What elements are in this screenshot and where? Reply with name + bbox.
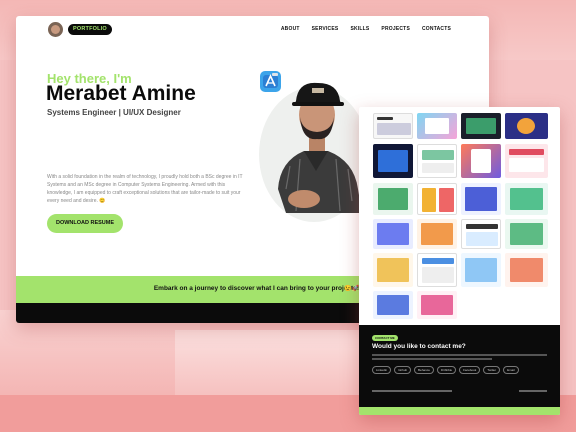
project-thumbnail[interactable] <box>417 219 457 249</box>
copyright-bar <box>359 407 560 415</box>
top-nav: PORTFOLIO ABOUT SERVICES SKILLS PROJECTS… <box>16 16 489 44</box>
hero-role: Systems Engineer | UI/UX Designer <box>47 108 181 117</box>
project-thumbnail[interactable] <box>373 113 413 139</box>
project-thumbnail[interactable] <box>505 219 548 249</box>
facebook-link[interactable]: Facebook <box>459 366 481 374</box>
project-thumbnail[interactable] <box>373 253 413 287</box>
brand-logo[interactable]: PORTFOLIO <box>68 24 112 35</box>
avatar[interactable] <box>48 22 63 37</box>
contact-text-line <box>372 358 492 360</box>
hero-name: Merabet Amine <box>46 82 196 105</box>
project-thumbnail[interactable] <box>505 113 548 139</box>
project-thumbnail[interactable] <box>505 144 548 178</box>
project-thumbnail[interactable] <box>417 183 457 215</box>
contact-section: CONTACT ME Would you like to contact me?… <box>359 325 560 407</box>
contact-title: Would you like to contact me? <box>372 343 466 350</box>
linkedin-link[interactable]: Linkedin <box>372 366 392 374</box>
phone-line <box>519 390 547 392</box>
project-thumbnail[interactable] <box>461 144 501 178</box>
hero-bio: With a solid foundation in the realm of … <box>47 174 243 204</box>
project-thumbnail[interactable] <box>505 183 548 215</box>
project-thumbnail[interactable] <box>373 144 413 178</box>
project-thumbnail[interactable] <box>461 113 501 139</box>
twitter-link[interactable]: Twitter <box>483 366 501 374</box>
nav-menu: ABOUT SERVICES SKILLS PROJECTS CONTACTS <box>281 26 451 32</box>
email-link[interactable]: Email <box>503 366 519 374</box>
project-gallery <box>373 113 548 321</box>
project-thumbnail[interactable] <box>373 183 413 215</box>
nav-link-contacts[interactable]: CONTACTS <box>422 26 451 32</box>
xcode-icon <box>260 71 281 92</box>
nav-link-about[interactable]: ABOUT <box>281 26 300 32</box>
banner-text: Embark on a journey to discover what I c… <box>153 285 359 292</box>
nav-link-services[interactable]: SERVICES <box>312 26 339 32</box>
project-thumbnail[interactable] <box>373 219 413 249</box>
nav-link-projects[interactable]: PROJECTS <box>381 26 410 32</box>
project-thumbnail[interactable] <box>461 183 501 215</box>
social-links: Linkedin Github Behance Dribbble Faceboo… <box>372 366 552 374</box>
behance-link[interactable]: Behance <box>414 366 434 374</box>
project-thumbnail[interactable] <box>461 219 501 249</box>
nav-link-skills[interactable]: SKILLS <box>350 26 369 32</box>
project-thumbnail[interactable] <box>417 253 457 287</box>
project-thumbnail[interactable] <box>373 291 413 319</box>
projects-page-preview: CONTACT ME Would you like to contact me?… <box>359 107 560 415</box>
banner-emoji: 😉🚀 <box>344 286 359 292</box>
address-line <box>372 390 452 392</box>
project-thumbnail[interactable] <box>461 253 501 287</box>
project-thumbnail[interactable] <box>417 291 457 319</box>
contact-text-line <box>372 354 547 356</box>
contact-badge: CONTACT ME <box>372 335 398 341</box>
project-thumbnail[interactable] <box>417 113 457 139</box>
project-thumbnail[interactable] <box>505 253 548 287</box>
dribbble-link[interactable]: Dribbble <box>436 366 457 374</box>
github-link[interactable]: Github <box>394 366 412 374</box>
download-resume-button[interactable]: DOWNLOAD RESUME <box>47 214 123 233</box>
project-thumbnail[interactable] <box>417 144 457 178</box>
profile-photo <box>278 82 362 213</box>
